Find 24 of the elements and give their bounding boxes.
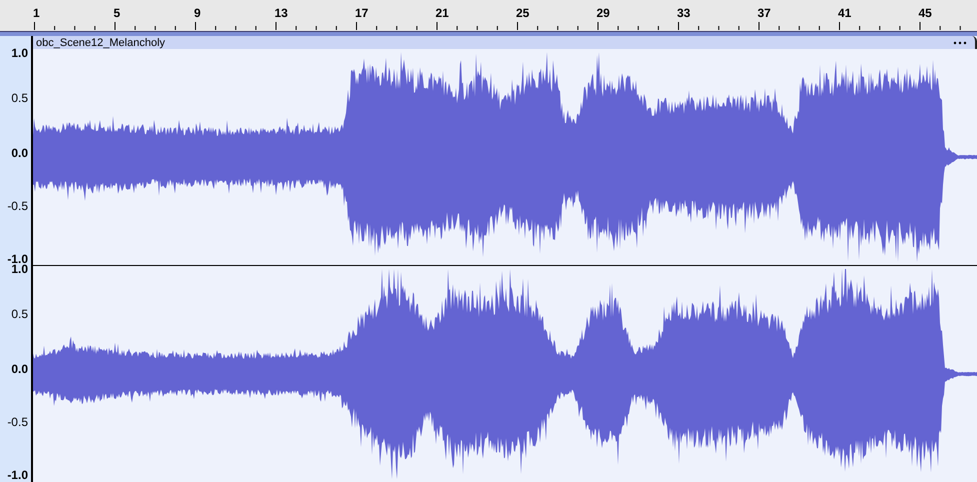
ruler-label: 33 bbox=[677, 6, 690, 20]
ruler-label: 37 bbox=[758, 6, 771, 20]
ruler-label: 21 bbox=[436, 6, 449, 20]
ruler-label: 45 bbox=[918, 6, 932, 20]
axis-label: -0.5 bbox=[7, 415, 28, 429]
axis-label: 0.5 bbox=[11, 307, 28, 321]
timeline-ruler[interactable]: 1 5 9 13 17 21 25 29 33 37 41 45 bbox=[0, 0, 977, 31]
clip-name: obc_Scene12_Melancholy bbox=[36, 36, 166, 48]
ruler-label: 25 bbox=[516, 6, 530, 20]
axis-label: -1.0 bbox=[7, 468, 28, 482]
ruler-label: 13 bbox=[274, 6, 288, 20]
axis-label: 0.0 bbox=[11, 146, 28, 160]
axis-label: 0.5 bbox=[11, 91, 28, 105]
ruler-label: 1 bbox=[33, 6, 40, 20]
ruler-label: 41 bbox=[838, 6, 852, 20]
more-options-icon[interactable] bbox=[953, 40, 967, 44]
ruler-label: 9 bbox=[194, 6, 201, 20]
ruler-label: 5 bbox=[114, 6, 120, 20]
ruler-label: 29 bbox=[596, 6, 610, 20]
clip-header[interactable]: obc_Scene12_Melancholy bbox=[33, 36, 977, 49]
ruler-label: 17 bbox=[355, 6, 368, 20]
axis-label: 1.0 bbox=[11, 46, 28, 60]
axis-label: 0.0 bbox=[11, 362, 28, 376]
axis-label: -0.5 bbox=[7, 199, 28, 213]
